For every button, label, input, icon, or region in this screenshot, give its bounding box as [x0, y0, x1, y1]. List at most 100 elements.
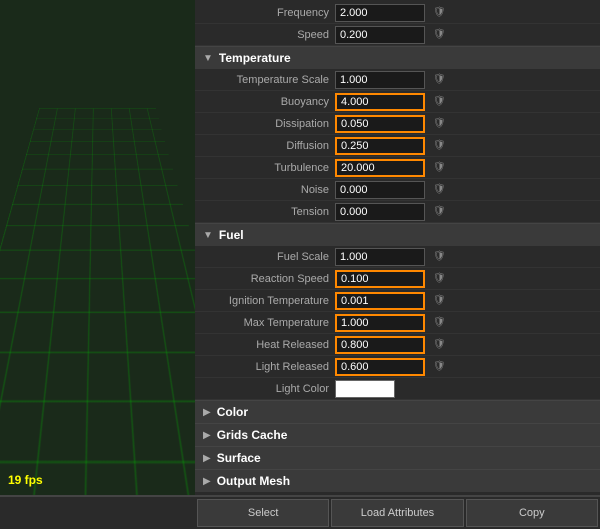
turbulence-input[interactable] [335, 159, 425, 177]
grids-cache-section-header[interactable]: ▶ Grids Cache [195, 423, 600, 446]
bottom-toolbar: Select Load Attributes Copy [0, 495, 600, 529]
color-title: Color [217, 405, 248, 419]
dissipation-shield: 🛡 [433, 118, 446, 129]
fuel-scale-row: Fuel Scale 🛡 [195, 246, 600, 268]
fuel-section-header[interactable]: ▼ Fuel [195, 223, 600, 246]
buoyancy-input[interactable] [335, 93, 425, 111]
dissipation-label: Dissipation [195, 118, 335, 130]
output-mesh-arrow-icon: ▶ [203, 476, 211, 487]
light-released-shield: 🛡 [433, 361, 446, 372]
turbulence-row: Turbulence 🛡 [195, 157, 600, 179]
turbulence-value-area: 🛡 [335, 159, 592, 177]
copy-button[interactable]: Copy [466, 499, 598, 527]
temperature-title: Temperature [219, 51, 291, 65]
diffusion-input[interactable] [335, 137, 425, 155]
ignition-temp-input[interactable] [335, 292, 425, 310]
turbulence-label: Turbulence [195, 162, 335, 174]
reaction-speed-row: Reaction Speed 🛡 [195, 268, 600, 290]
frequency-value-area: 🛡 [335, 4, 592, 22]
temperature-arrow-icon: ▼ [203, 53, 213, 64]
frequency-label: Frequency [195, 7, 335, 19]
heat-released-value-area: 🛡 [335, 336, 592, 354]
heat-released-row: Heat Released 🛡 [195, 334, 600, 356]
fuel-scale-value-area: 🛡 [335, 248, 592, 266]
main-container: 19 fps Frequency 🛡 Speed 🛡 ▼ [0, 0, 600, 495]
dissipation-value-area: 🛡 [335, 115, 592, 133]
ignition-temp-label: Ignition Temperature [195, 295, 335, 307]
buoyancy-label: Buoyancy [195, 96, 335, 108]
light-color-swatch[interactable] [335, 380, 395, 398]
tension-input[interactable] [335, 203, 425, 221]
grid-overlay [0, 109, 195, 495]
temperature-scale-label: Temperature Scale [195, 74, 335, 86]
buoyancy-value-area: 🛡 [335, 93, 592, 111]
max-temp-input[interactable] [335, 314, 425, 332]
frequency-row: Frequency 🛡 [195, 2, 600, 24]
diffusion-label: Diffusion [195, 140, 335, 152]
diffusion-row: Diffusion 🛡 [195, 135, 600, 157]
surface-title: Surface [217, 451, 261, 465]
temperature-scale-row: Temperature Scale 🛡 [195, 69, 600, 91]
surface-section-header[interactable]: ▶ Surface [195, 446, 600, 469]
fps-label: 19 fps [8, 473, 43, 487]
light-color-row: Light Color [195, 378, 600, 400]
turbulence-shield: 🛡 [433, 162, 446, 173]
noise-row: Noise 🛡 [195, 179, 600, 201]
heat-released-input[interactable] [335, 336, 425, 354]
load-attributes-button[interactable]: Load Attributes [331, 499, 463, 527]
max-temp-label: Max Temperature [195, 317, 335, 329]
frequency-shield-icon: 🛡 [433, 7, 446, 18]
color-section-header[interactable]: ▶ Color [195, 400, 600, 423]
top-rows: Frequency 🛡 Speed 🛡 [195, 0, 600, 46]
properties-panel[interactable]: Frequency 🛡 Speed 🛡 ▼ Temperature Temper… [195, 0, 600, 495]
reaction-speed-value-area: 🛡 [335, 270, 592, 288]
buoyancy-row: Buoyancy 🛡 [195, 91, 600, 113]
speed-shield-icon: 🛡 [433, 29, 446, 40]
dissipation-row: Dissipation 🛡 [195, 113, 600, 135]
fuel-scale-shield: 🛡 [433, 251, 446, 262]
buoyancy-shield: 🛡 [433, 96, 446, 107]
fuel-scale-input[interactable] [335, 248, 425, 266]
color-arrow-icon: ▶ [203, 407, 211, 418]
heat-released-shield: 🛡 [433, 339, 446, 350]
temp-scale-shield: 🛡 [433, 74, 446, 85]
reaction-speed-label: Reaction Speed [195, 273, 335, 285]
light-color-value-area [335, 380, 592, 398]
viewport: 19 fps [0, 0, 195, 495]
speed-value-area: 🛡 [335, 26, 592, 44]
speed-label: Speed [195, 29, 335, 41]
surface-arrow-icon: ▶ [203, 453, 211, 464]
noise-input[interactable] [335, 181, 425, 199]
tension-shield: 🛡 [433, 206, 446, 217]
noise-value-area: 🛡 [335, 181, 592, 199]
noise-label: Noise [195, 184, 335, 196]
speed-input[interactable] [335, 26, 425, 44]
tension-label: Tension [195, 206, 335, 218]
temperature-scale-value-area: 🛡 [335, 71, 592, 89]
light-released-value-area: 🛡 [335, 358, 592, 376]
reaction-speed-shield: 🛡 [433, 273, 446, 284]
heat-released-label: Heat Released [195, 339, 335, 351]
tension-row: Tension 🛡 [195, 201, 600, 223]
noise-shield: 🛡 [433, 184, 446, 195]
temperature-scale-input[interactable] [335, 71, 425, 89]
light-released-row: Light Released 🛡 [195, 356, 600, 378]
speed-row: Speed 🛡 [195, 24, 600, 46]
grids-cache-arrow-icon: ▶ [203, 430, 211, 441]
temperature-section-header[interactable]: ▼ Temperature [195, 46, 600, 69]
max-temp-row: Max Temperature 🛡 [195, 312, 600, 334]
reaction-speed-input[interactable] [335, 270, 425, 288]
grids-cache-title: Grids Cache [217, 428, 288, 442]
fuel-title: Fuel [219, 228, 244, 242]
output-mesh-section-header[interactable]: ▶ Output Mesh [195, 469, 600, 492]
light-released-input[interactable] [335, 358, 425, 376]
dissipation-input[interactable] [335, 115, 425, 133]
select-button[interactable]: Select [197, 499, 329, 527]
light-color-label: Light Color [195, 383, 335, 395]
max-temp-shield: 🛡 [433, 317, 446, 328]
diffusion-value-area: 🛡 [335, 137, 592, 155]
tension-value-area: 🛡 [335, 203, 592, 221]
toolbar-buttons: Select Load Attributes Copy [195, 499, 600, 527]
ignition-temp-row: Ignition Temperature 🛡 [195, 290, 600, 312]
frequency-input[interactable] [335, 4, 425, 22]
